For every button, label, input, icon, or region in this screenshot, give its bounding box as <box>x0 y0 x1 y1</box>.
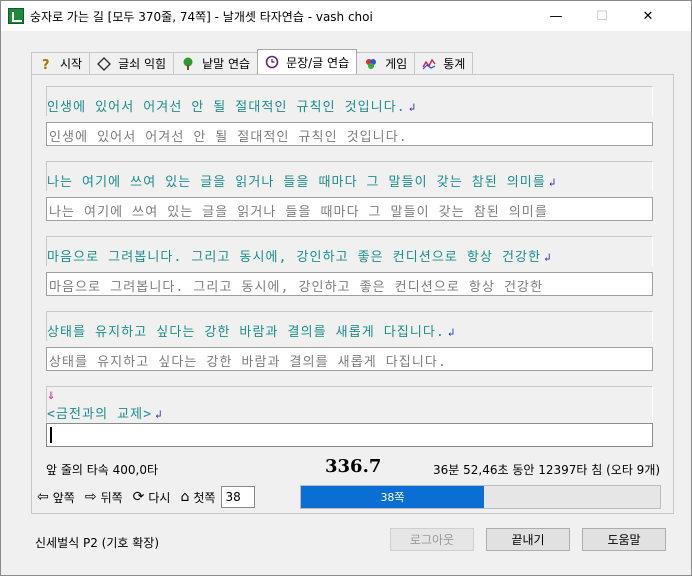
typed-text: 상태를 유지하고 싶다는 강한 바람과 결의를 새롭게 다집니다. <box>49 355 447 370</box>
tab-start[interactable]: ? 시작 <box>31 52 91 74</box>
app-logo-icon <box>8 8 24 24</box>
refresh-icon: ⟳ <box>132 489 145 505</box>
maximize-button[interactable]: ☐ <box>579 1 625 31</box>
typed-text: 마음으로 그려봅니다. 그리고 동시에, 강인하고 좋은 컨디션으로 항상 건강… <box>49 280 544 295</box>
typed-text: 인생에 있어서 어겨선 안 될 절대적인 규칙인 것입니다. <box>49 130 408 145</box>
enter-mark-icon: ↲ <box>548 176 557 189</box>
typed-text: 나는 여기에 쓰여 있는 글을 읽거나 들을 때마다 그 말들이 갖는 참된 의… <box>49 205 548 220</box>
tab-word-practice[interactable]: 낱말 연습 <box>173 52 259 74</box>
source-text: 상태를 유지하고 싶다는 강한 바람과 결의를 새롭게 다집니다. <box>47 325 445 340</box>
typing-input[interactable] <box>46 423 653 447</box>
keyboard-layout-label: 신세벌식 P2 (기호 확장) <box>35 536 159 550</box>
tab-label: 게임 <box>385 57 408 71</box>
session-summary: 36분 52,46초 동안 12397타 침 (오타 9개) <box>433 463 661 477</box>
tree-icon <box>181 57 195 71</box>
page-navigation: ⇦ 앞쪽 ⇨ 뒤쪽 ⟳ 다시 ⌂ 첫쪽 38 <box>37 484 256 510</box>
question-icon: ? <box>39 57 53 71</box>
enter-mark-icon: ↲ <box>408 101 417 114</box>
previous-line-speed: 앞 줄의 타속 400,0타 <box>46 463 159 477</box>
arrow-left-icon: ⇦ <box>37 489 49 505</box>
first-page-button[interactable]: ⌂ 첫쪽 <box>180 489 215 506</box>
clock-icon <box>265 55 279 69</box>
retry-label: 다시 <box>148 490 171 505</box>
tab-label: 문장/글 연습 <box>286 55 350 70</box>
typed-line[interactable]: 마음으로 그려봅니다. 그리고 동시에, 강인하고 좋은 컨디션으로 항상 건강… <box>46 272 653 296</box>
tab-key-drill[interactable]: 글쇠 익힘 <box>89 52 175 74</box>
enter-mark-icon: ↲ <box>447 326 456 339</box>
text-caret <box>50 427 52 443</box>
minimize-button[interactable]: — <box>533 1 579 31</box>
retry-button[interactable]: ⟳ 다시 <box>133 489 171 506</box>
next-page-label: 뒤쪽 <box>100 490 123 505</box>
title-bar[interactable]: 숭자로 가는 길 [모두 370줄, 74쪽] - 날개셋 타자연습 - vas… <box>1 1 691 31</box>
progress-bar: 38쪽 <box>300 485 661 509</box>
source-line: 마음으로 그려봅니다. 그리고 동시에, 강인하고 좋은 컨디션으로 항상 건강… <box>46 236 653 266</box>
home-icon: ⌂ <box>180 489 190 505</box>
tab-game[interactable]: 게임 <box>356 52 416 74</box>
enter-mark-icon: ↲ <box>155 408 163 421</box>
tab-sentence-practice[interactable]: 문장/글 연습 <box>257 49 358 74</box>
game-icon <box>364 57 378 71</box>
source-line: 인생에 있어서 어겨선 안 될 절대적인 규칙인 것입니다. ↲ <box>46 86 653 116</box>
next-line-arrow-icon: ⇓ <box>47 387 57 403</box>
tab-label: 낱말 연습 <box>202 57 251 71</box>
tab-statistics[interactable]: 통계 <box>414 52 474 74</box>
progress-label: 38쪽 <box>380 491 405 504</box>
next-line-text: <금전과의 교제> <box>47 407 153 422</box>
practice-panel: 인생에 있어서 어겨선 안 될 절대적인 규칙인 것입니다. ↲ 인생에 있어서 … <box>31 74 674 514</box>
help-button[interactable]: 도움말 <box>582 528 666 551</box>
prev-page-label: 앞쪽 <box>52 490 75 505</box>
next-line-block: ⇓ <금전과의 교제> ↲ <box>46 386 653 422</box>
finish-button[interactable]: 끝내기 <box>486 528 570 551</box>
tab-label: 글쇠 익힘 <box>118 57 167 71</box>
first-page-label: 첫쪽 <box>193 490 216 505</box>
logout-button[interactable]: 로그아웃 <box>390 528 474 551</box>
arrow-right-icon: ⇨ <box>84 489 97 505</box>
close-button[interactable]: ✕ <box>625 1 671 31</box>
chart-icon <box>422 57 436 71</box>
prev-page-button[interactable]: ⇦ 앞쪽 <box>37 489 75 506</box>
app-window: 숭자로 가는 길 [모두 370줄, 74쪽] - 날개셋 타자연습 - vas… <box>0 0 692 576</box>
svg-text:?: ? <box>42 58 50 71</box>
source-line: 나는 여기에 쓰여 있는 글을 읽거나 들을 때마다 그 말들이 갖는 참된 의… <box>46 161 653 191</box>
typed-line[interactable]: 인생에 있어서 어겨선 안 될 절대적인 규칙인 것입니다. <box>46 122 653 146</box>
source-text: 마음으로 그려봅니다. 그리고 동시에, 강인하고 좋은 컨디션으로 항상 건강… <box>47 250 542 265</box>
diamond-icon <box>97 56 112 71</box>
typed-line[interactable]: 나는 여기에 쓰여 있는 글을 읽거나 들을 때마다 그 말들이 갖는 참된 의… <box>46 197 653 221</box>
source-text: 나는 여기에 쓰여 있는 글을 읽거나 들을 때마다 그 말들이 갖는 참된 의… <box>47 175 546 190</box>
source-line: 상태를 유지하고 싶다는 강한 바람과 결의를 새롭게 다집니다. ↲ <box>46 311 653 341</box>
window-title: 숭자로 가는 길 [모두 370줄, 74쪽] - 날개셋 타자연습 - vas… <box>30 9 373 24</box>
tab-strip: ? 시작 글쇠 익힘 낱말 연습 문장/글 연습 게임 통계 <box>31 49 474 74</box>
tab-label: 통계 <box>443 57 466 71</box>
enter-mark-icon: ↲ <box>544 251 552 264</box>
typed-line[interactable]: 상태를 유지하고 싶다는 강한 바람과 결의를 새롭게 다집니다. <box>46 347 653 371</box>
source-text: 인생에 있어서 어겨선 안 될 절대적인 규칙인 것입니다. <box>47 100 406 115</box>
page-number-input[interactable]: 38 <box>221 486 256 508</box>
next-page-button[interactable]: ⇨ 뒤쪽 <box>85 489 123 506</box>
progress-fill: 38쪽 <box>301 486 484 508</box>
tab-label: 시작 <box>60 57 83 71</box>
current-speed: 336.7 <box>325 456 382 477</box>
